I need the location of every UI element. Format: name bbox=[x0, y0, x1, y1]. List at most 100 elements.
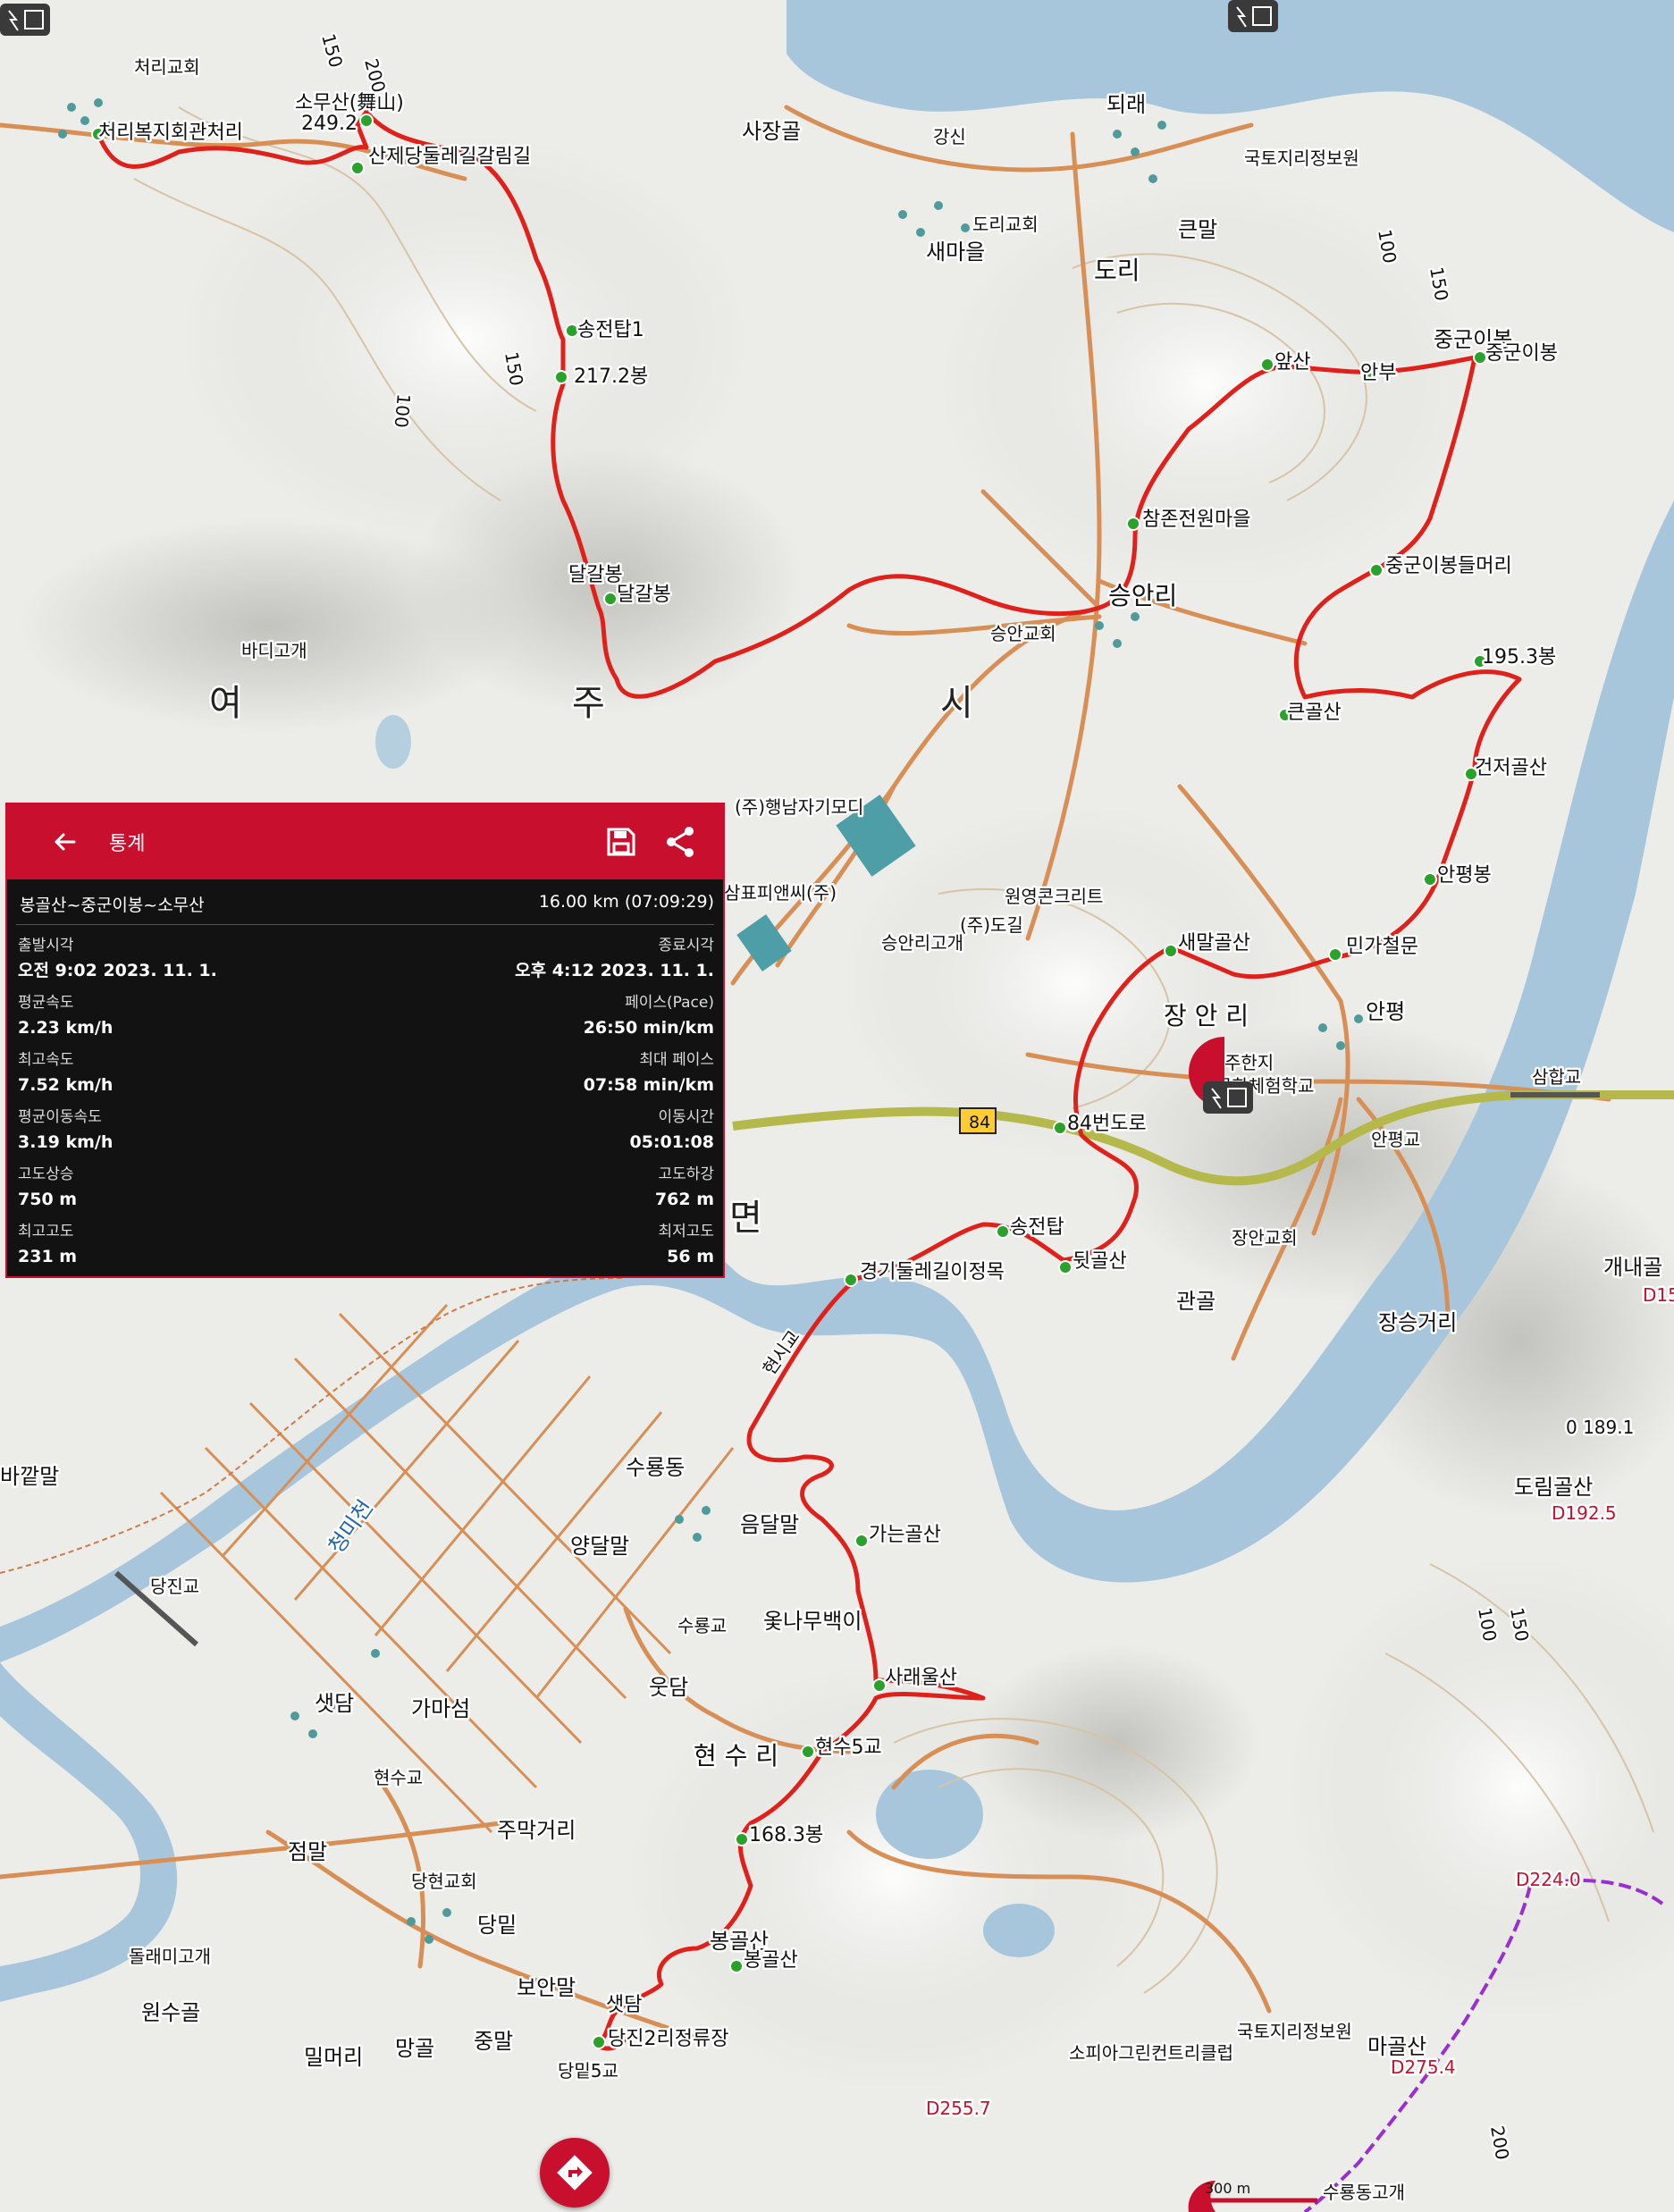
waypoint-label: 달갈봉 bbox=[568, 564, 623, 586]
place-label: 망골 bbox=[395, 2036, 434, 2061]
waypoint-label: 산제당둘레길갈림길 bbox=[368, 146, 531, 168]
place-label: 수룡동 bbox=[626, 1455, 685, 1480]
region-label: 시 bbox=[940, 683, 973, 724]
place-label: (주)도길 bbox=[960, 914, 1023, 936]
place-label: 개내골 bbox=[1603, 1255, 1662, 1280]
layer-toggle-icon[interactable] bbox=[1203, 1081, 1253, 1114]
stat-key: 고도상승 bbox=[18, 1165, 74, 1183]
place-label: 처리교회 bbox=[134, 56, 200, 78]
place-label: 당밑5교 bbox=[558, 2060, 618, 2082]
place-label: 승안교회 bbox=[990, 623, 1056, 644]
stat-key: 평균속도 bbox=[18, 994, 74, 1012]
place-label: 안평 bbox=[1366, 999, 1405, 1024]
place-label: (주)행남자기모디 bbox=[735, 796, 863, 818]
elevation-label: D192.5 bbox=[1552, 1502, 1617, 1524]
stat-key: 최저고도 bbox=[658, 1223, 714, 1241]
stat-value: 오전 9:02 2023. 11. 1. bbox=[18, 961, 217, 980]
place-label: 사장골 bbox=[742, 119, 801, 144]
elevation-label: D15 bbox=[1643, 1284, 1674, 1306]
place-label: 샛담 bbox=[315, 1691, 354, 1716]
stat-key: 최고고도 bbox=[18, 1223, 74, 1241]
waypoint-label: 소무산(舞山) bbox=[295, 92, 404, 114]
stat-value: 26:50 min/km bbox=[583, 1018, 714, 1038]
statistics-panel: 통계 봉골산~중군이봉~소무산 16.00 km (07:09:29) 출발시각… bbox=[5, 803, 725, 1278]
stat-key: 최대 페이스 bbox=[639, 1051, 714, 1069]
place-label: 중말 bbox=[474, 2029, 513, 2054]
waypoint-label: 현수5교 bbox=[815, 1737, 882, 1759]
elevation-label: D275.4 bbox=[1391, 2056, 1456, 2078]
stat-value: 7.52 km/h bbox=[18, 1075, 114, 1095]
place-label: 승안리 bbox=[1108, 581, 1177, 610]
waypoint-label: 달갈봉 bbox=[617, 584, 671, 606]
place-label: 수룡교 bbox=[677, 1615, 727, 1636]
lake bbox=[983, 1904, 1055, 1957]
stat-value: 2.23 km/h bbox=[18, 1018, 114, 1038]
elevation-label: 0 189.1 bbox=[1566, 1417, 1634, 1438]
waypoint-label: 중군이봉 bbox=[1485, 342, 1558, 365]
place-label: 도리 bbox=[1094, 256, 1140, 285]
directions-icon bbox=[557, 2155, 593, 2191]
layer-toggle-icon[interactable] bbox=[1228, 0, 1278, 32]
stat-key: 이동시간 bbox=[658, 1108, 714, 1126]
waypoint-label: 중군이봉들머리 bbox=[1385, 555, 1512, 577]
place-label: 장안교회 bbox=[1232, 1227, 1298, 1249]
panel-header: 통계 bbox=[7, 804, 723, 879]
waypoint-label: 송전탑1 bbox=[577, 319, 644, 341]
waypoint-label: 샛담 bbox=[606, 1994, 642, 2016]
place-label: 현수교 bbox=[374, 1767, 423, 1788]
divider bbox=[16, 924, 714, 925]
navigate-button[interactable] bbox=[540, 2138, 610, 2208]
stat-key: 고도하강 bbox=[658, 1165, 714, 1183]
place-label: 국토지리정보원 bbox=[1237, 2021, 1352, 2042]
waypoint-label: 가는골산 bbox=[869, 1524, 941, 1546]
waypoint-label: 안평봉 bbox=[1437, 864, 1492, 887]
waypoint-label: 송전탑 bbox=[1010, 1216, 1064, 1239]
route-name: 봉골산~중군이봉~소무산 bbox=[20, 896, 205, 915]
place-label: 당밑 bbox=[477, 1913, 517, 1938]
stat-value: 07:58 min/km bbox=[583, 1075, 714, 1095]
panel-title: 통계 bbox=[109, 833, 146, 855]
share-button[interactable] bbox=[662, 824, 698, 860]
stat-key: 평균이동속도 bbox=[18, 1108, 102, 1126]
stat-value: 56 m bbox=[667, 1247, 714, 1266]
save-button[interactable] bbox=[603, 824, 639, 860]
place-label: 국토지리정보원 bbox=[1244, 147, 1359, 169]
contour-label: 100 bbox=[391, 393, 415, 429]
stat-value: 3.19 km/h bbox=[18, 1132, 114, 1152]
waypoint-label: 참존전원마을 bbox=[1142, 509, 1250, 531]
place-label: 삼합교 bbox=[1532, 1066, 1581, 1088]
waypoint-label: 경기둘레길이정목 bbox=[860, 1261, 1005, 1283]
place-label: 보안말 bbox=[517, 1975, 576, 2000]
layer-toggle-icon[interactable] bbox=[0, 4, 50, 36]
place-label: 당진교 bbox=[150, 1576, 199, 1597]
place-label: 가마섬 bbox=[411, 1696, 470, 1721]
place-label: 바깥말 bbox=[0, 1464, 59, 1489]
place-label: 안평교 bbox=[1371, 1129, 1420, 1150]
stats-row: 최고고도 231 m 최저고도 56 m bbox=[7, 1220, 723, 1277]
stat-value: 762 m bbox=[654, 1190, 714, 1209]
stat-key: 최고속도 bbox=[18, 1051, 74, 1069]
waypoint-label: 처리복지회관처리 bbox=[98, 122, 243, 144]
place-label: 도림골산 bbox=[1514, 1475, 1593, 1500]
place-label: 웃담 bbox=[649, 1675, 688, 1700]
place-label: 옻나무백이 bbox=[763, 1609, 862, 1634]
waypoint-label: 안부 bbox=[1360, 362, 1396, 384]
back-arrow-icon bbox=[55, 833, 76, 851]
elevation-label: D224.0 bbox=[1516, 1869, 1581, 1890]
place-label: 장승거리 bbox=[1378, 1310, 1457, 1335]
place-label: 큰말 bbox=[1178, 217, 1217, 242]
place-label: 원영콘크리트 bbox=[1005, 886, 1103, 907]
place-label: 강신 bbox=[933, 126, 966, 147]
place-label: 삼표피앤씨(주) bbox=[724, 882, 837, 904]
stats-row: 평균이동속도 3.19 km/h 이동시간 05:01:08 bbox=[7, 1106, 723, 1163]
back-button[interactable] bbox=[46, 824, 82, 860]
share-icon bbox=[667, 827, 694, 857]
road-shield-number: 84 bbox=[969, 1113, 990, 1132]
waypoint-label: 195.3봉 bbox=[1482, 646, 1556, 669]
stats-row: 최고속도 7.52 km/h 최대 페이스 07:58 min/km bbox=[7, 1048, 723, 1106]
waypoint-label: 뒷골산 bbox=[1073, 1250, 1127, 1273]
stat-value: 오후 4:12 2023. 11. 1. bbox=[515, 961, 714, 980]
stat-key: 종료시각 bbox=[658, 937, 714, 955]
elevation-label: D255.7 bbox=[926, 2098, 991, 2119]
waypoint-label: 봉골산 bbox=[744, 1949, 798, 1972]
